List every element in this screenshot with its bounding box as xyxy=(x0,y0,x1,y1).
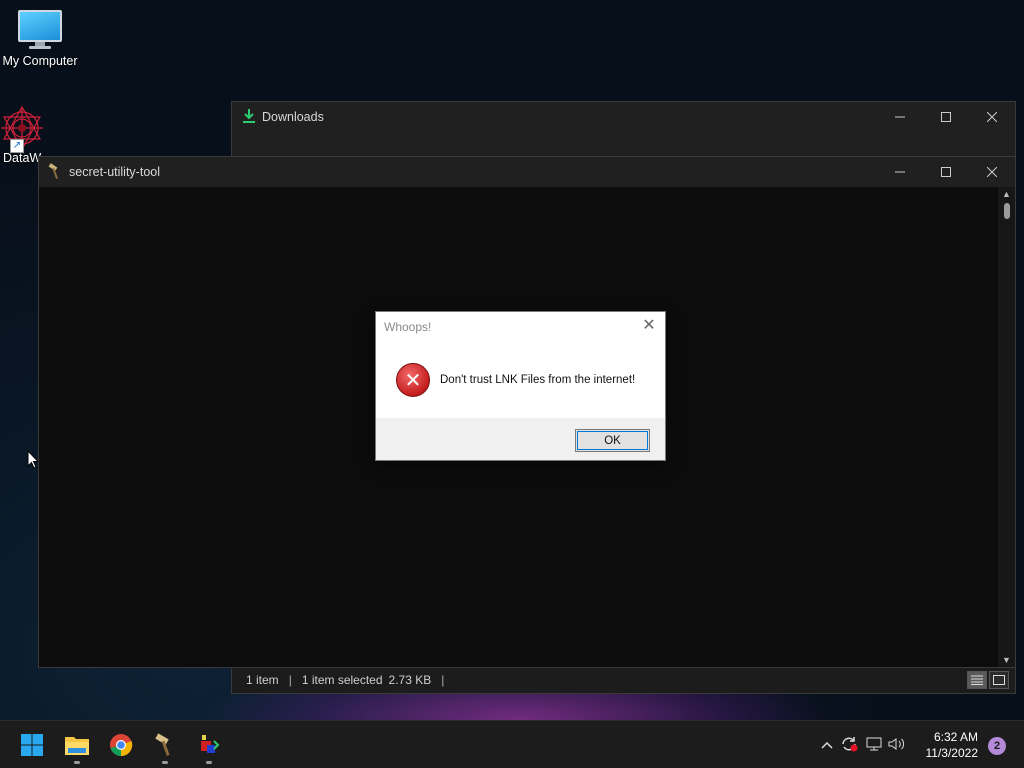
maximize-button[interactable] xyxy=(923,102,969,132)
close-button[interactable] xyxy=(969,102,1015,132)
downloads-title: Downloads xyxy=(262,110,324,124)
scroll-thumb[interactable] xyxy=(1003,203,1010,219)
status-selected: 1 item selected xyxy=(301,673,383,687)
download-icon xyxy=(242,108,256,127)
taskbar-app-tool[interactable] xyxy=(193,729,225,764)
error-icon: ✕ xyxy=(396,363,430,397)
taskbar-chrome[interactable] xyxy=(105,729,137,761)
statusbar: 1 item | 1 item selected 2.73 KB | xyxy=(232,667,1015,693)
desktop-icon-my-computer[interactable]: My Computer xyxy=(0,10,80,68)
shortcut-arrow-icon: ↗ xyxy=(10,139,24,153)
secret-title: secret-utility-tool xyxy=(69,165,160,179)
ok-button[interactable]: OK xyxy=(575,429,650,452)
clock-date: 11/3/2022 xyxy=(925,746,979,760)
tiles-view-button[interactable] xyxy=(989,671,1009,689)
taskbar: 6:32 AM 11/3/2022 2 xyxy=(0,720,1024,768)
dialog-body: ✕ Don't trust LNK Files from the interne… xyxy=(376,342,665,418)
windows-logo-icon xyxy=(21,734,43,756)
mouse-cursor-icon xyxy=(27,449,40,473)
vertical-scrollbar[interactable]: ▲ ▼ xyxy=(998,187,1015,667)
dialog-message: Don't trust LNK Files from the internet! xyxy=(440,374,636,386)
scroll-up-arrow-icon[interactable]: ▲ xyxy=(998,187,1015,201)
app-tool-icon xyxy=(201,735,220,753)
taskbar-file-explorer[interactable] xyxy=(61,729,93,764)
clock[interactable]: 6:32 AM 11/3/2022 xyxy=(926,729,979,761)
downloads-titlebar[interactable]: Downloads xyxy=(232,102,1015,132)
monitor-icon xyxy=(18,10,62,50)
dialog-footer: OK xyxy=(376,418,665,460)
secret-titlebar[interactable]: secret-utility-tool xyxy=(39,157,1015,187)
taskbar-secret-utility-tool[interactable] xyxy=(149,729,181,764)
dataw-logo-icon: ↗ xyxy=(0,105,45,153)
start-button[interactable] xyxy=(16,729,48,761)
folder-icon xyxy=(65,737,89,755)
maximize-button[interactable] xyxy=(923,157,969,187)
clock-time: 6:32 AM xyxy=(933,730,978,744)
scroll-down-arrow-icon[interactable]: ▼ xyxy=(998,653,1015,667)
hammer-icon xyxy=(47,162,63,182)
network-icon[interactable] xyxy=(862,737,886,754)
details-view-button[interactable] xyxy=(967,671,987,689)
close-button[interactable] xyxy=(969,157,1015,187)
notification-badge[interactable]: 2 xyxy=(988,737,1006,755)
show-hidden-icons-chevron-icon[interactable] xyxy=(818,738,836,752)
status-size: 2.73 KB xyxy=(388,673,432,687)
system-tray xyxy=(818,721,908,768)
status-item-count: 1 item xyxy=(246,673,279,687)
minimize-button[interactable] xyxy=(877,157,923,187)
minimize-button[interactable] xyxy=(877,102,923,132)
error-dialog[interactable]: Whoops! ✕ ✕ Don't trust LNK Files from t… xyxy=(375,311,666,461)
sync-icon[interactable] xyxy=(836,736,862,755)
chrome-icon xyxy=(110,734,133,757)
dialog-titlebar[interactable]: Whoops! ✕ xyxy=(376,312,665,342)
desktop-icon-label: My Computer xyxy=(2,54,78,68)
hammer-icon xyxy=(155,733,170,756)
dialog-close-icon[interactable]: ✕ xyxy=(641,318,657,334)
dialog-title: Whoops! xyxy=(384,320,432,334)
volume-icon[interactable] xyxy=(886,737,908,754)
